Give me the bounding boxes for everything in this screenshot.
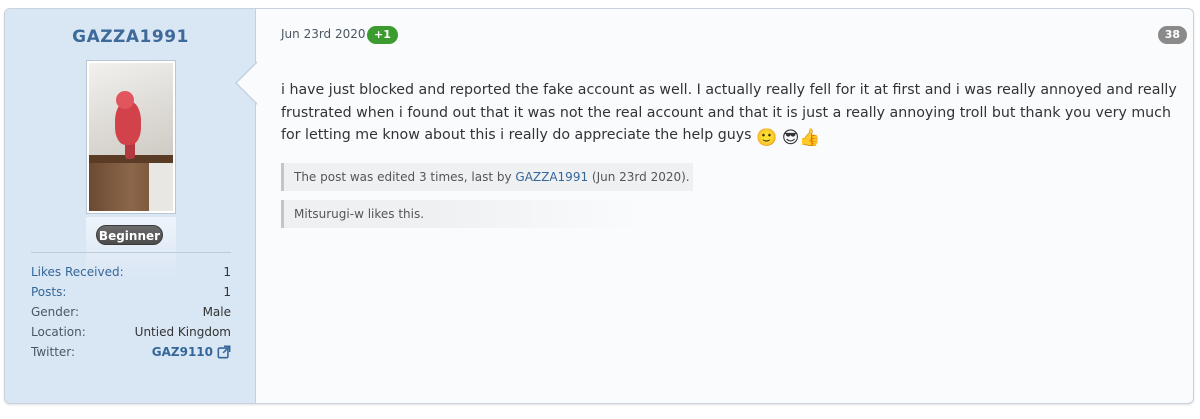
likes-note: Mitsurugi-w likes this. bbox=[281, 200, 701, 228]
edit-note: The post was edited 3 times, last by GAZ… bbox=[281, 163, 693, 191]
edit-note-user-link[interactable]: GAZZA1991 bbox=[515, 170, 588, 184]
post-number-badge[interactable]: 38 bbox=[1157, 26, 1187, 44]
stat-location: Location: Untied Kingdom bbox=[31, 322, 231, 342]
stat-gender: Gender: Male bbox=[31, 302, 231, 322]
sidebar-divider bbox=[31, 252, 231, 253]
edit-note-prefix: The post was edited 3 times, last by bbox=[294, 170, 516, 184]
stat-value: Male bbox=[202, 305, 231, 319]
cool-thumbs-up-emoji-icon: 😎👍 bbox=[781, 128, 821, 148]
external-link-icon bbox=[217, 345, 231, 359]
smile-emoji-icon: 🙂 bbox=[756, 128, 778, 148]
avatar-image bbox=[89, 63, 173, 211]
stat-label: Location: bbox=[31, 325, 86, 339]
reaction-badge[interactable]: +1 bbox=[367, 26, 398, 44]
author-sidebar: GAZZA1991 Beginner Likes Received: 1 Pos… bbox=[5, 9, 256, 403]
author-username[interactable]: GAZZA1991 bbox=[5, 27, 256, 47]
post-text: i have just blocked and reported the fak… bbox=[281, 82, 1177, 143]
stat-value: 1 bbox=[223, 285, 231, 299]
stat-label[interactable]: Posts: bbox=[31, 282, 66, 302]
stat-label: Twitter: bbox=[31, 345, 76, 359]
stat-twitter: Twitter: GAZ9110 bbox=[31, 342, 231, 362]
post-body: i have just blocked and reported the fak… bbox=[281, 79, 1181, 147]
rank-badge: Beginner bbox=[96, 225, 163, 245]
twitter-handle: GAZ9110 bbox=[151, 345, 213, 359]
stat-value: Untied Kingdom bbox=[134, 325, 231, 339]
forum-post: GAZZA1991 Beginner Likes Received: 1 Pos… bbox=[4, 8, 1194, 404]
post-date[interactable]: Jun 23rd 2020 bbox=[281, 27, 366, 41]
stat-value: 1 bbox=[223, 265, 231, 279]
author-stats: Likes Received: 1 Posts: 1 Gender: Male … bbox=[31, 262, 231, 362]
twitter-link[interactable]: GAZ9110 bbox=[152, 342, 231, 362]
author-avatar[interactable] bbox=[86, 60, 176, 214]
stat-label[interactable]: Likes Received: bbox=[31, 262, 124, 282]
stat-posts: Posts: 1 bbox=[31, 282, 231, 302]
stat-label: Gender: bbox=[31, 305, 80, 319]
edit-note-suffix: (Jun 23rd 2020). bbox=[588, 170, 690, 184]
stat-likes-received: Likes Received: 1 bbox=[31, 262, 231, 282]
post-content: Jun 23rd 2020 +1 38 i have just blocked … bbox=[281, 9, 1187, 403]
